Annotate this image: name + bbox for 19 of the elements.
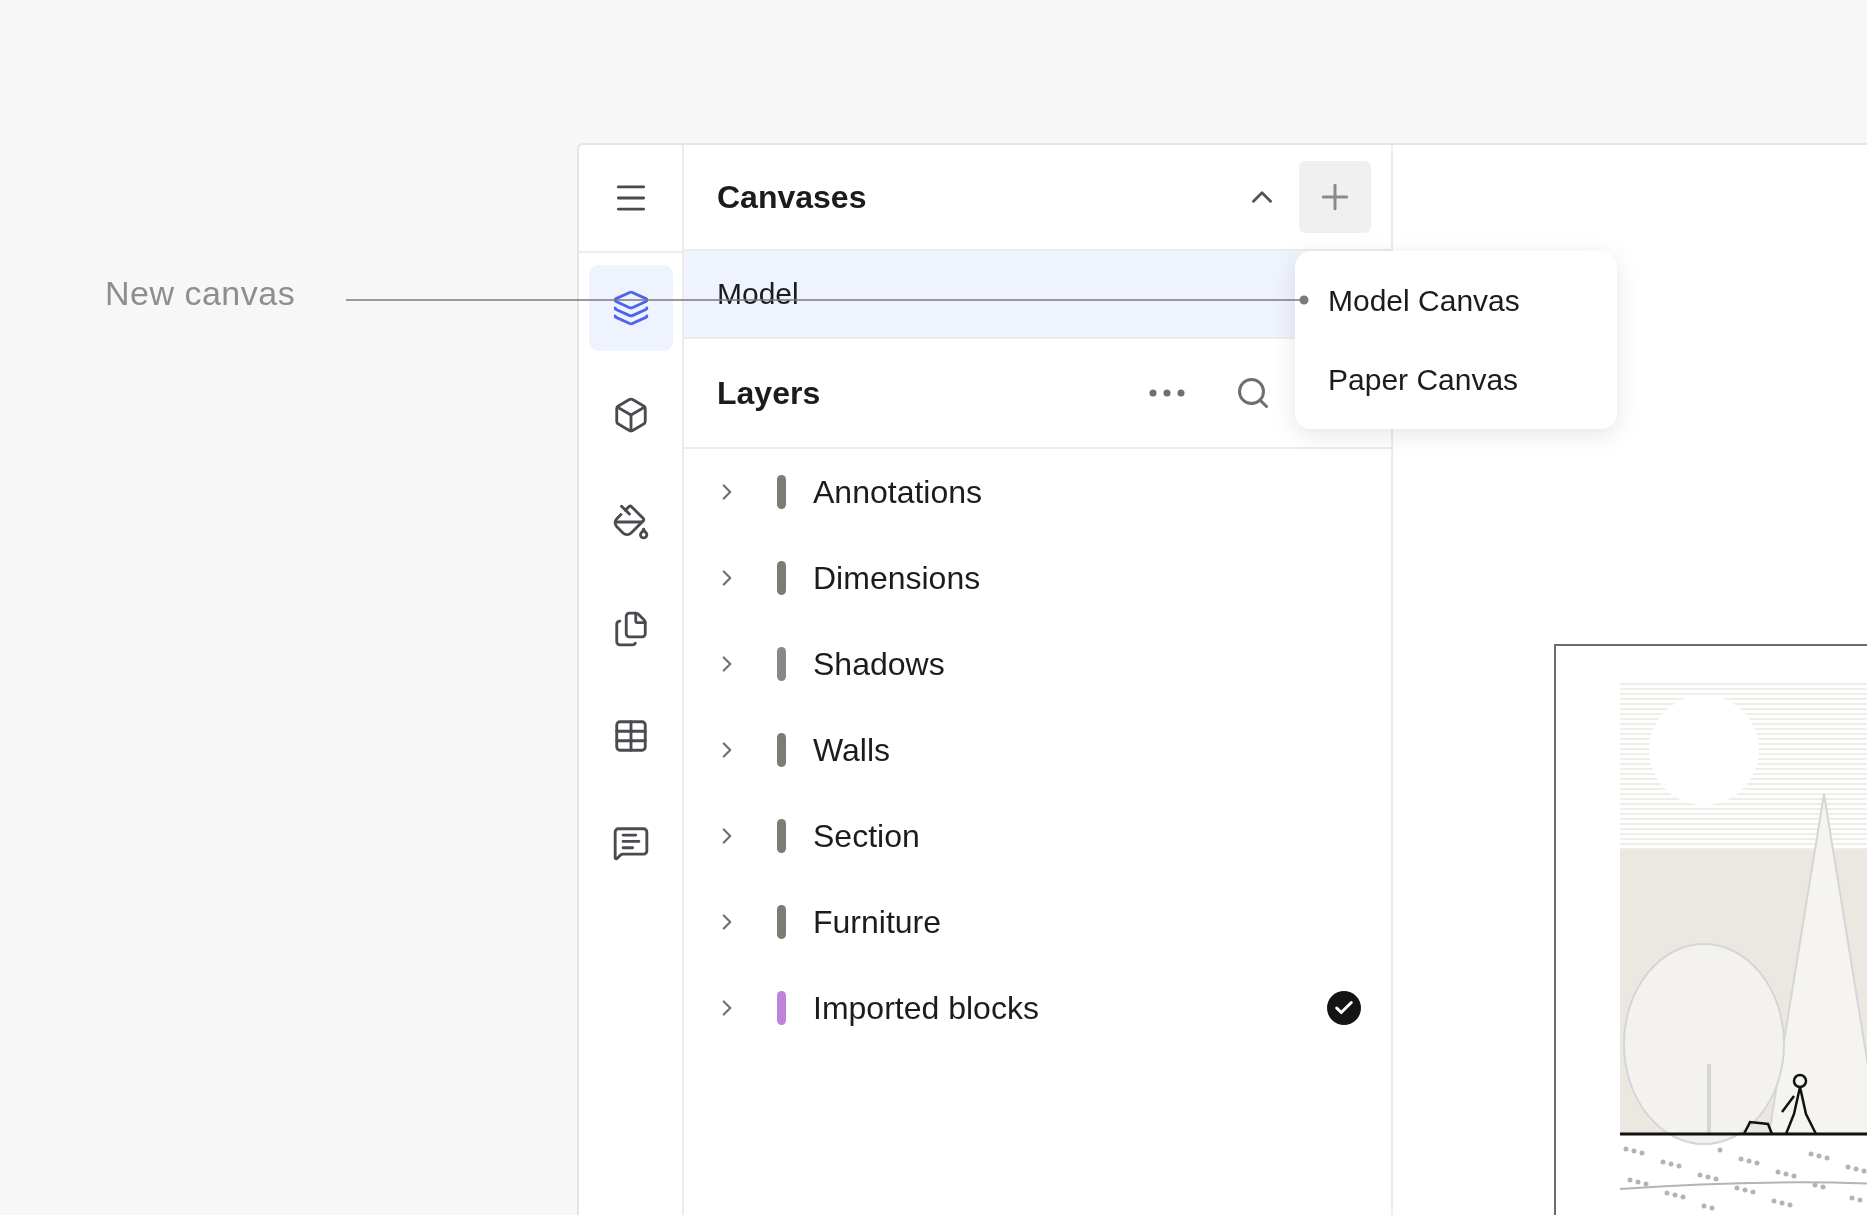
layer-name[interactable]: Dimensions [813, 559, 1361, 597]
canvases-title: Canvases [717, 178, 868, 216]
layer-name[interactable]: Annotations [813, 473, 1361, 511]
layer-name[interactable]: Furniture [813, 903, 1361, 941]
paint-bucket-icon [611, 503, 650, 541]
layer-name[interactable]: Imported blocks [813, 989, 1327, 1027]
layer-name[interactable]: Section [813, 817, 1361, 855]
layer-name[interactable]: Walls [813, 731, 1361, 769]
layers-title: Layers [717, 374, 822, 412]
chat-icon [611, 824, 650, 862]
callout-label: New canvas [105, 274, 296, 313]
search-button[interactable] [1235, 375, 1271, 411]
ellipsis-icon [1149, 389, 1185, 397]
layers-icon [611, 289, 650, 327]
layer-name[interactable]: Shadows [813, 645, 1361, 683]
layers-tool-button[interactable] [588, 265, 673, 351]
more-options-button[interactable] [1149, 389, 1185, 397]
search-icon [1235, 375, 1271, 411]
menu-item[interactable]: Paper Canvas [1295, 340, 1617, 419]
